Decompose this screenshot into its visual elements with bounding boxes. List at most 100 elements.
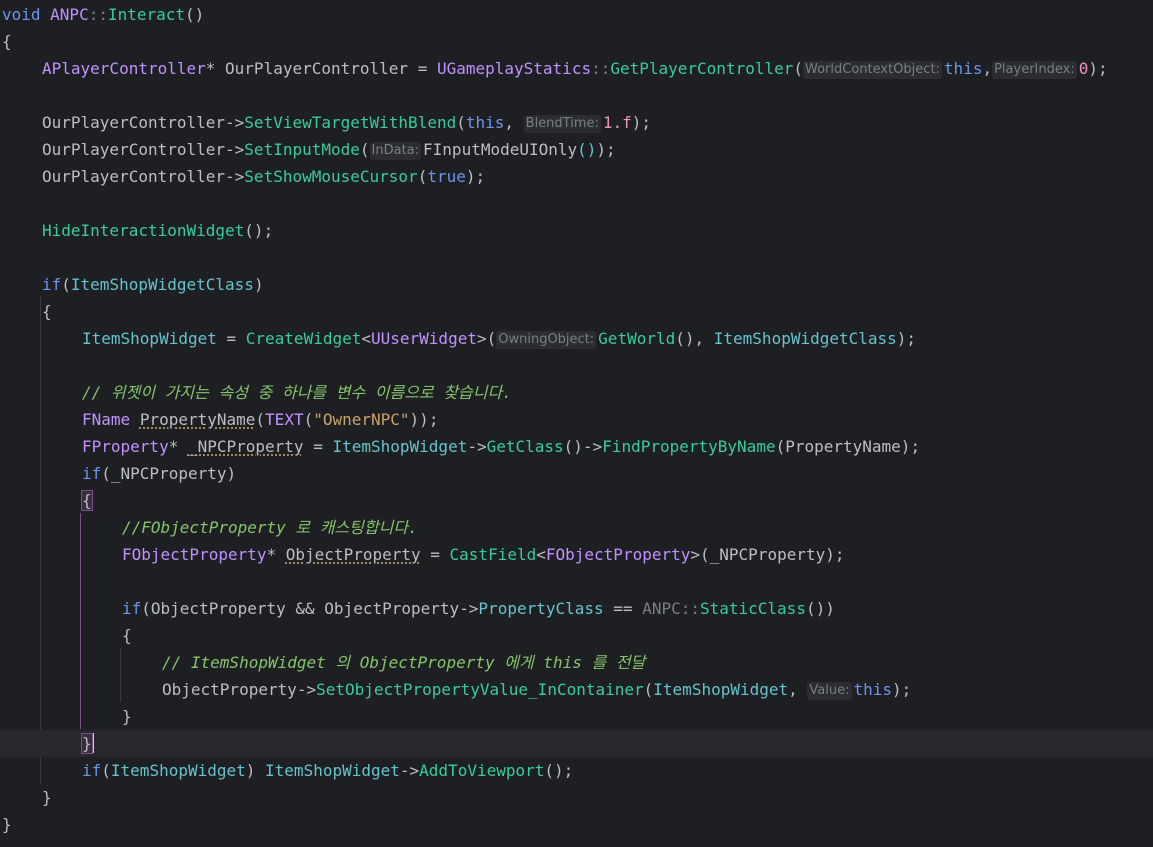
code-token: UUserWidget	[371, 329, 477, 348]
code-line[interactable]: OurPlayerController->SetViewTargetWithBl…	[0, 109, 1153, 136]
code-text: if(_NPCProperty)	[82, 460, 236, 487]
code-token: (	[359, 140, 370, 159]
code-token: CreateWidget	[245, 329, 362, 348]
code-token: TEXT	[265, 410, 304, 429]
code-token: UGameplayStatics	[436, 59, 592, 78]
code-token: FObjectProperty	[545, 545, 691, 564]
code-text: }	[2, 811, 12, 838]
code-token: );	[1088, 59, 1108, 78]
code-token: ItemShopWidgetClass	[70, 275, 254, 294]
code-line[interactable]: if(ItemShopWidget) ItemShopWidget->AddTo…	[0, 757, 1153, 784]
code-token: );	[896, 329, 917, 348]
code-text: if(ObjectProperty && ObjectProperty->Pro…	[122, 595, 835, 622]
code-line[interactable]: ObjectProperty->SetObjectPropertyValue_I…	[0, 676, 1153, 703]
code-token: this	[943, 59, 983, 78]
code-line[interactable]: if(ObjectProperty && ObjectProperty->Pro…	[0, 595, 1153, 622]
code-token: SetInputMode	[244, 140, 360, 159]
code-token: ()->	[563, 437, 603, 456]
code-line[interactable]: // 위젯이 가지는 속성 중 하나를 변수 이름으로 찾습니다.	[0, 379, 1153, 406]
code-token: ,	[982, 59, 993, 78]
code-token: (	[643, 680, 654, 699]
code-line[interactable]: FProperty* _NPCProperty = ItemShopWidget…	[0, 433, 1153, 460]
code-token: ();	[244, 221, 274, 240]
code-token: FName	[82, 410, 131, 429]
code-text: {	[81, 487, 93, 514]
code-editor[interactable]: void ANPC::Interact(){APlayerController*…	[0, 0, 1153, 847]
code-token: =	[303, 437, 333, 456]
code-line[interactable]: //FObjectProperty 로 캐스팅합니다.	[0, 514, 1153, 541]
code-token: SetObjectPropertyValue_InContainer	[316, 680, 644, 699]
code-token: ::	[680, 599, 700, 618]
code-line[interactable]: OurPlayerController->SetShowMouseCursor(…	[0, 163, 1153, 190]
code-token: HideInteractionWidget	[42, 221, 245, 240]
code-line[interactable]	[0, 568, 1153, 595]
code-token: ItemShopWidget	[110, 761, 246, 780]
code-token: FProperty	[82, 437, 169, 456]
code-line[interactable]: {	[0, 487, 1153, 514]
code-token: );	[465, 167, 486, 186]
code-line[interactable]: }	[0, 730, 1153, 757]
code-token: OurPlayerController->	[42, 113, 245, 132]
code-token: CastField	[449, 545, 537, 564]
code-text: {	[2, 28, 12, 55]
code-line[interactable]: {	[0, 298, 1153, 325]
code-line[interactable]: ItemShopWidget = CreateWidget<UUserWidge…	[0, 325, 1153, 352]
code-token: (	[101, 761, 111, 780]
code-token: ->	[399, 761, 420, 780]
code-token: );	[892, 680, 912, 699]
parameter-hint: PlayerIndex:	[992, 61, 1077, 79]
code-token: ItemShopWidget	[332, 437, 468, 456]
code-line[interactable]: {	[0, 28, 1153, 55]
code-text: OurPlayerController->SetShowMouseCursor(…	[42, 163, 485, 190]
code-token: OurPlayerController->	[42, 140, 245, 159]
code-token: ())	[805, 599, 835, 618]
code-token: ItemShopWidgetClass	[713, 329, 897, 348]
code-line[interactable]: }	[0, 703, 1153, 730]
code-line[interactable]: // ItemShopWidget 의 ObjectProperty 에게 th…	[0, 649, 1153, 676]
code-text: if(ItemShopWidgetClass)	[42, 271, 264, 298]
code-line[interactable]: if(ItemShopWidgetClass)	[0, 271, 1153, 298]
code-token: (	[456, 113, 466, 132]
code-token: ItemShopWidget	[82, 329, 217, 348]
code-text: FObjectProperty* ObjectProperty = CastFi…	[122, 541, 845, 568]
code-token: }	[122, 707, 132, 726]
code-token: (ObjectProperty && ObjectProperty->	[141, 599, 479, 618]
code-line[interactable]	[0, 190, 1153, 217]
code-token: )	[245, 761, 266, 780]
code-token: GetWorld	[598, 329, 676, 348]
code-text: FProperty* _NPCProperty = ItemShopWidget…	[82, 433, 920, 460]
code-line[interactable]: }	[0, 784, 1153, 811]
code-line[interactable]	[0, 244, 1153, 271]
code-line[interactable]: OurPlayerController->SetInputMode(InData…	[0, 136, 1153, 163]
code-line[interactable]: if(_NPCProperty)	[0, 460, 1153, 487]
code-line[interactable]: APlayerController* OurPlayerController =…	[0, 55, 1153, 82]
code-line[interactable]: HideInteractionWidget();	[0, 217, 1153, 244]
code-token: =	[216, 329, 246, 348]
code-token: SetShowMouseCursor	[244, 167, 418, 186]
code-token: {	[81, 490, 93, 511]
code-line[interactable]	[0, 352, 1153, 379]
code-text: ItemShopWidget = CreateWidget<UUserWidge…	[82, 325, 916, 352]
code-token: GetPlayerController	[610, 59, 794, 78]
code-token: if	[122, 599, 142, 618]
code-token: StaticClass	[699, 599, 806, 618]
code-token: this	[853, 680, 893, 699]
code-token: (	[61, 275, 71, 294]
code-token: ::	[591, 59, 611, 78]
code-token: PropertyName	[139, 410, 256, 429]
code-text: void ANPC::Interact()	[2, 1, 204, 28]
code-line[interactable]: void ANPC::Interact()	[0, 1, 1153, 28]
code-line[interactable]: }	[0, 811, 1153, 838]
code-line[interactable]: FName PropertyName(TEXT("OwnerNPC"));	[0, 406, 1153, 433]
code-token: // 위젯이 가지는 속성 중 하나를 변수 이름으로 찾습니다.	[82, 383, 512, 402]
code-token: ,	[504, 113, 524, 132]
code-line[interactable]: {	[0, 622, 1153, 649]
parameter-hint: Value:	[807, 682, 852, 700]
code-text: }	[81, 730, 94, 757]
code-token: FindPropertyByName	[602, 437, 776, 456]
code-line[interactable]: FObjectProperty* ObjectProperty = CastFi…	[0, 541, 1153, 568]
code-token: ()	[185, 5, 205, 24]
code-token: );	[596, 140, 616, 159]
code-line[interactable]	[0, 82, 1153, 109]
